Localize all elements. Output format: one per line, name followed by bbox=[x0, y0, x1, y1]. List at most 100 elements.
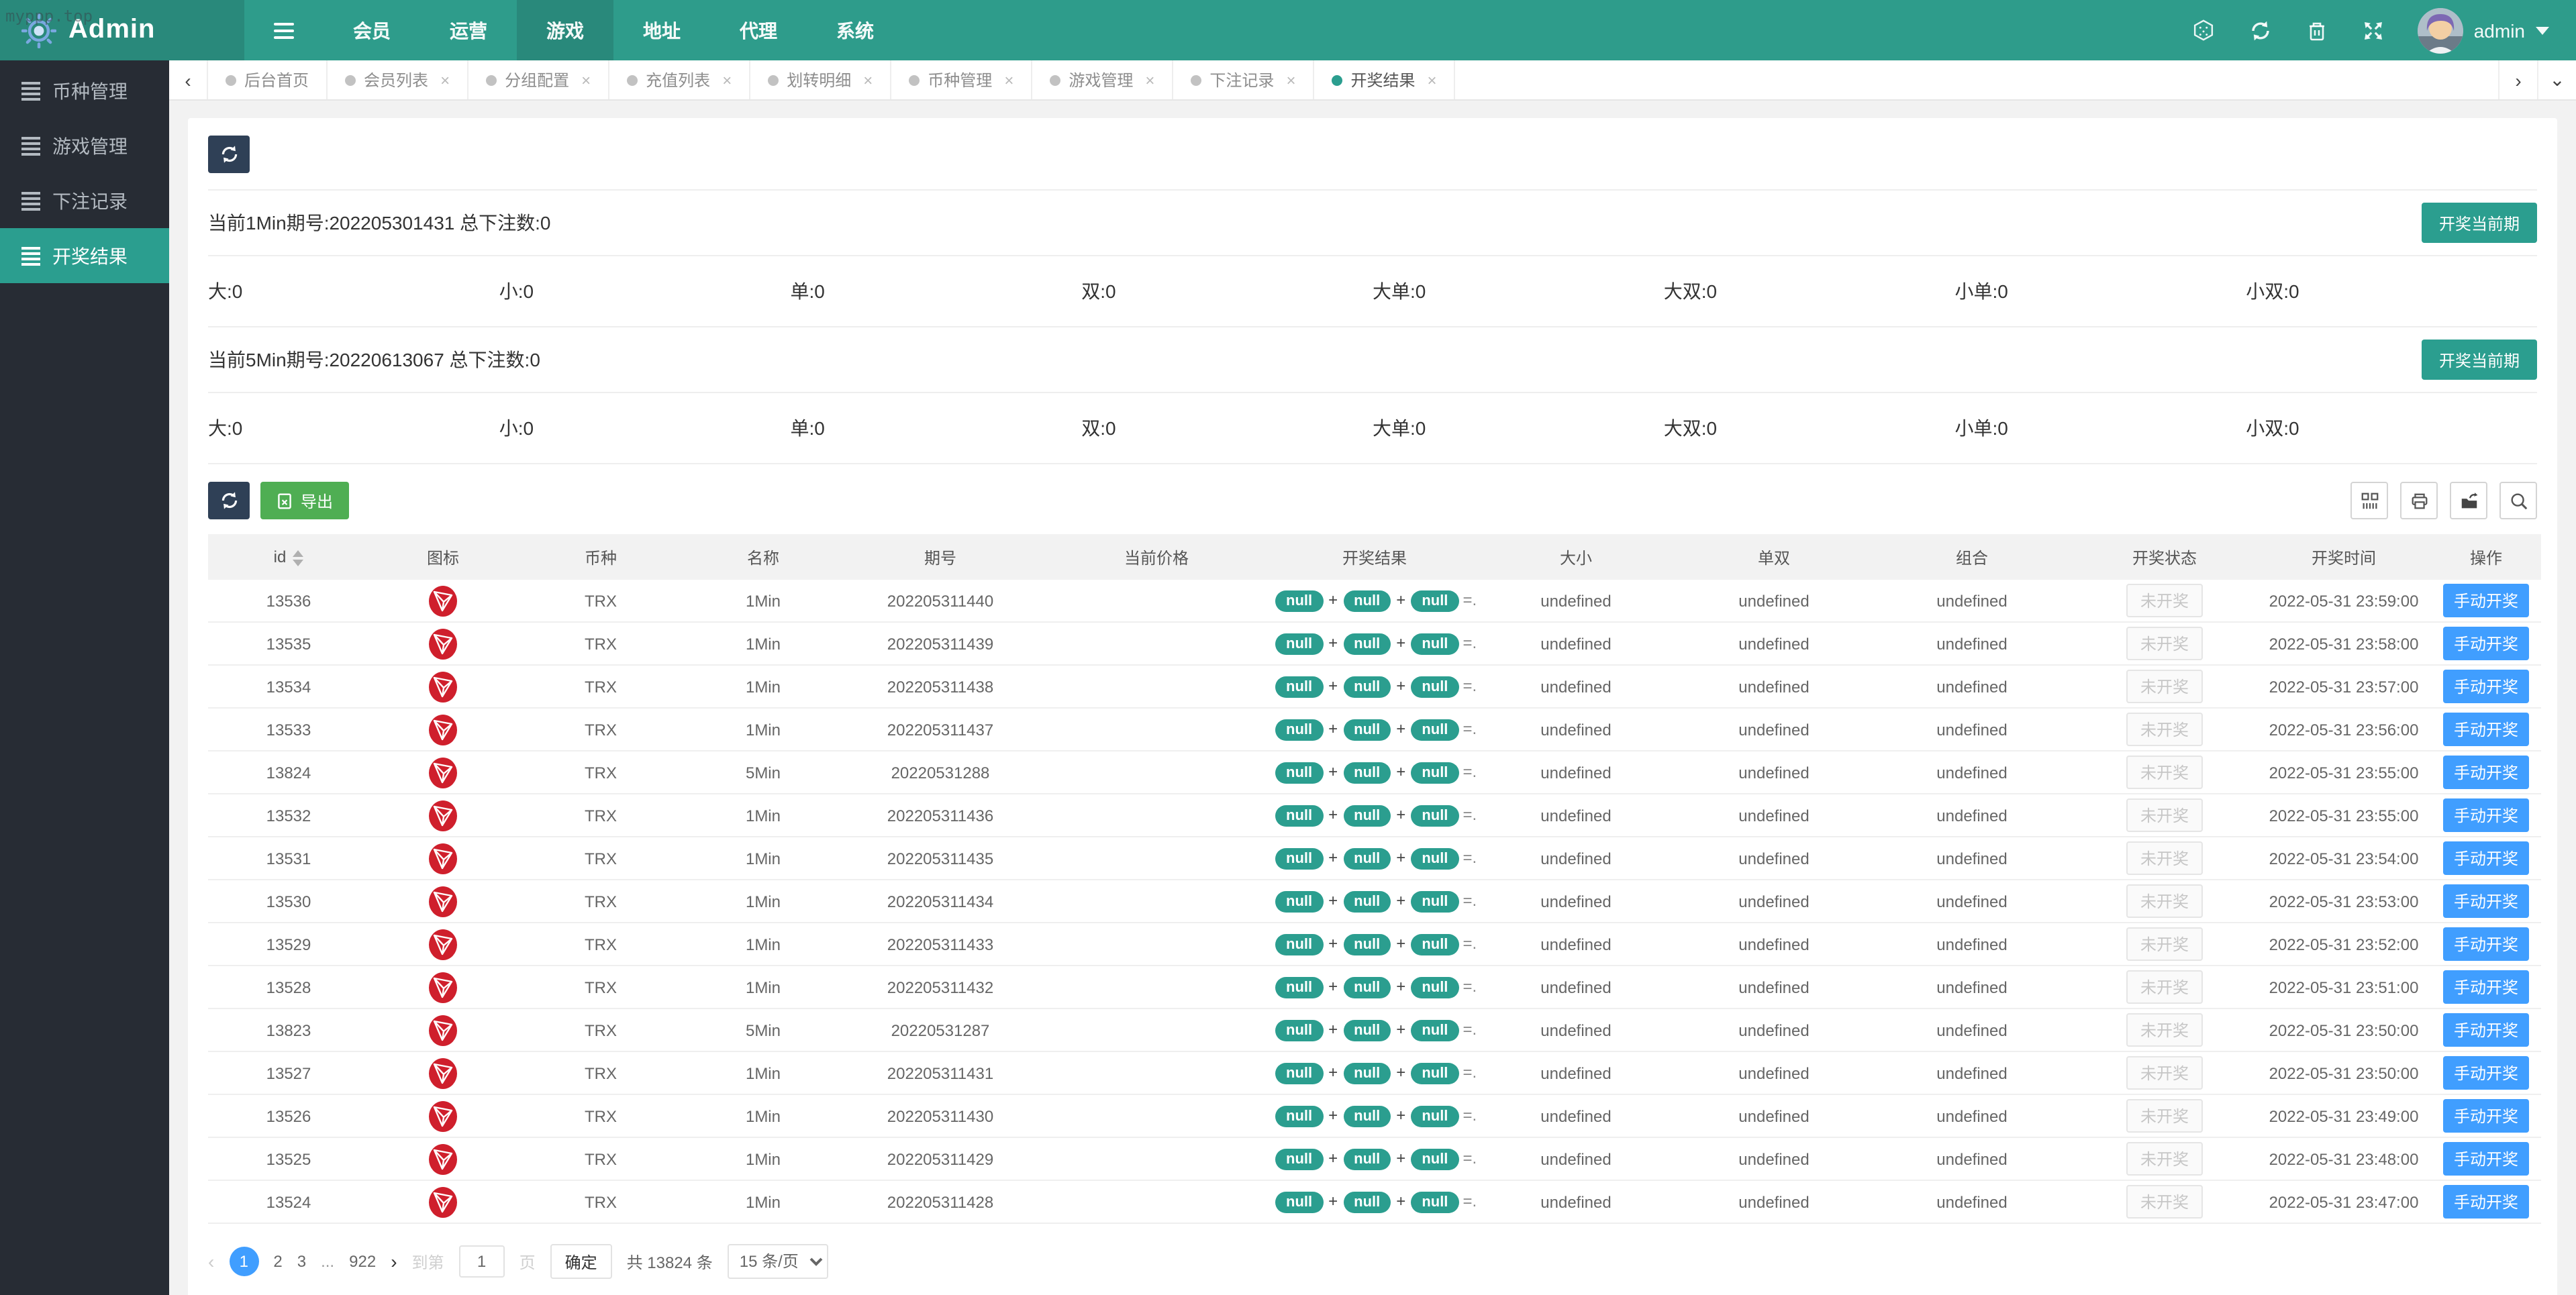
theme-button[interactable] bbox=[2192, 18, 2216, 42]
tabs-scroll-right-button[interactable]: › bbox=[2498, 60, 2537, 99]
cell-name: 5Min bbox=[685, 751, 842, 794]
table-refresh-button[interactable] bbox=[208, 482, 250, 519]
sidebar-item-3[interactable]: 下注记录 bbox=[0, 173, 169, 228]
tab-close-icon[interactable]: × bbox=[440, 70, 450, 89]
cell-id: 13824 bbox=[208, 751, 369, 794]
sort-icon[interactable] bbox=[293, 550, 304, 566]
draw-current-issue-button[interactable]: 开奖当前期 bbox=[2421, 340, 2537, 380]
fullscreen-button[interactable] bbox=[2361, 18, 2385, 42]
panel-refresh-button[interactable] bbox=[208, 136, 250, 173]
sidebar-item-label: 开奖结果 bbox=[52, 245, 128, 266]
tab-5[interactable]: 划转明细 × bbox=[750, 60, 892, 99]
tab-label: 下注记录 bbox=[1209, 71, 1275, 90]
cell-name: 1Min bbox=[685, 966, 842, 1009]
plus-sign: + bbox=[1396, 1062, 1406, 1081]
cell-parity: undefined bbox=[1677, 1180, 1871, 1224]
page-next-button[interactable]: › bbox=[391, 1251, 397, 1272]
manual-draw-button[interactable]: 手动开奖 bbox=[2442, 927, 2529, 961]
chevron-down-icon bbox=[2536, 26, 2549, 34]
cell-price bbox=[1039, 1137, 1274, 1181]
clear-cache-button[interactable] bbox=[2305, 18, 2329, 42]
tab-close-icon[interactable]: × bbox=[581, 70, 591, 89]
draw-current-issue-button[interactable]: 开奖当前期 bbox=[2421, 203, 2537, 243]
manual-draw-button[interactable]: 手动开奖 bbox=[2442, 1142, 2529, 1176]
cell-id: 13529 bbox=[208, 923, 369, 966]
manual-draw-button[interactable]: 手动开奖 bbox=[2442, 584, 2529, 617]
result-suffix: =... bbox=[1463, 1148, 1475, 1167]
nav-item-3[interactable]: 游戏 bbox=[517, 0, 613, 60]
fullscreen-icon bbox=[2364, 21, 2382, 39]
tab-close-icon[interactable]: × bbox=[863, 70, 873, 89]
result-suffix: =... bbox=[1463, 805, 1475, 823]
tab-close-icon[interactable]: × bbox=[1145, 70, 1154, 89]
page-size-select[interactable]: 15 条/页 bbox=[727, 1244, 828, 1279]
sidebar-item-2[interactable]: 游戏管理 bbox=[0, 118, 169, 173]
manual-draw-button[interactable]: 手动开奖 bbox=[2442, 1013, 2529, 1047]
tab-7[interactable]: 游戏管理 × bbox=[1032, 60, 1174, 99]
manual-draw-button[interactable]: 手动开奖 bbox=[2442, 713, 2529, 746]
goto-confirm-button[interactable]: 确定 bbox=[550, 1244, 612, 1279]
tab-close-icon[interactable]: × bbox=[722, 70, 732, 89]
plus-sign: + bbox=[1396, 1148, 1406, 1167]
page-number-922[interactable]: 922 bbox=[349, 1252, 376, 1271]
manual-draw-button[interactable]: 手动开奖 bbox=[2442, 1056, 2529, 1090]
cell-name: 1Min bbox=[685, 794, 842, 837]
nav-item-1[interactable]: 会员 bbox=[324, 0, 420, 60]
cell-result: null+null+null=... bbox=[1274, 1051, 1475, 1095]
tab-close-icon[interactable]: × bbox=[1286, 70, 1295, 89]
result-badge: null bbox=[1411, 847, 1459, 869]
tab-close-icon[interactable]: × bbox=[1004, 70, 1013, 89]
manual-draw-button[interactable]: 手动开奖 bbox=[2442, 884, 2529, 918]
refresh-page-button[interactable] bbox=[2248, 18, 2273, 42]
tabs-menu-button[interactable]: ⌄ bbox=[2537, 60, 2576, 99]
export-button[interactable]: 导出 bbox=[260, 482, 350, 519]
manual-draw-button[interactable]: 手动开奖 bbox=[2442, 670, 2529, 703]
manual-draw-button[interactable]: 手动开奖 bbox=[2442, 627, 2529, 660]
nav-item-5[interactable]: 代理 bbox=[710, 0, 807, 60]
cell-actions: 手动开奖 bbox=[2431, 1051, 2541, 1095]
tab-dot-icon bbox=[345, 74, 356, 85]
columns-filter-button[interactable] bbox=[2350, 482, 2388, 519]
collapse-menu-button[interactable] bbox=[244, 0, 324, 60]
column-header-1[interactable]: id bbox=[208, 534, 369, 580]
tab-2[interactable]: 会员列表 × bbox=[328, 60, 469, 99]
page-number-2[interactable]: 2 bbox=[273, 1252, 282, 1271]
result-badge: null bbox=[1343, 890, 1391, 912]
nav-item-2[interactable]: 运营 bbox=[420, 0, 517, 60]
search-button[interactable] bbox=[2499, 482, 2537, 519]
sidebar-item-1[interactable]: 币种管理 bbox=[0, 63, 169, 118]
table-row: 13529 TRX 1Min 202205311433 null + null + null =… bbox=[208, 923, 2541, 966]
page-number-1[interactable]: 1 bbox=[229, 1247, 259, 1276]
export-data-button[interactable] bbox=[2450, 482, 2487, 519]
goto-page-input[interactable] bbox=[458, 1245, 505, 1278]
page-prev-button[interactable]: ‹ bbox=[208, 1251, 214, 1272]
page-number-3[interactable]: 3 bbox=[297, 1252, 306, 1271]
sidebar-item-4[interactable]: 开奖结果 bbox=[0, 228, 169, 283]
nav-item-4[interactable]: 地址 bbox=[613, 0, 710, 60]
tab-4[interactable]: 充值列表 × bbox=[609, 60, 751, 99]
user-menu[interactable]: admin bbox=[2417, 7, 2549, 53]
tab-9[interactable]: 开奖结果 × bbox=[1314, 60, 1456, 99]
table-row: 13531 TRX 1Min 202205311435 null + null + null =… bbox=[208, 837, 2541, 880]
print-button[interactable] bbox=[2400, 482, 2438, 519]
tabs-scroll-left-button[interactable]: ‹ bbox=[169, 60, 208, 99]
result-badge: null bbox=[1411, 633, 1459, 654]
manual-draw-button[interactable]: 手动开奖 bbox=[2442, 798, 2529, 832]
cell-coin: TRX bbox=[517, 580, 685, 623]
plus-sign: + bbox=[1396, 933, 1406, 952]
nav-item-6[interactable]: 系统 bbox=[807, 0, 903, 60]
tab-6[interactable]: 币种管理 × bbox=[891, 60, 1033, 99]
tab-1[interactable]: 后台首页 bbox=[208, 60, 328, 99]
plus-sign: + bbox=[1328, 847, 1338, 866]
manual-draw-button[interactable]: 手动开奖 bbox=[2442, 1185, 2529, 1219]
tab-close-icon[interactable]: × bbox=[1428, 70, 1437, 89]
hexagon-icon bbox=[2194, 19, 2214, 41]
manual-draw-button[interactable]: 手动开奖 bbox=[2442, 841, 2529, 875]
tab-8[interactable]: 下注记录 × bbox=[1173, 60, 1315, 99]
manual-draw-button[interactable]: 手动开奖 bbox=[2442, 1099, 2529, 1133]
manual-draw-button[interactable]: 手动开奖 bbox=[2442, 970, 2529, 1004]
manual-draw-button[interactable]: 手动开奖 bbox=[2442, 756, 2529, 789]
result-suffix: =... bbox=[1463, 590, 1475, 609]
cell-id: 13534 bbox=[208, 665, 369, 709]
tab-3[interactable]: 分组配置 × bbox=[468, 60, 610, 99]
